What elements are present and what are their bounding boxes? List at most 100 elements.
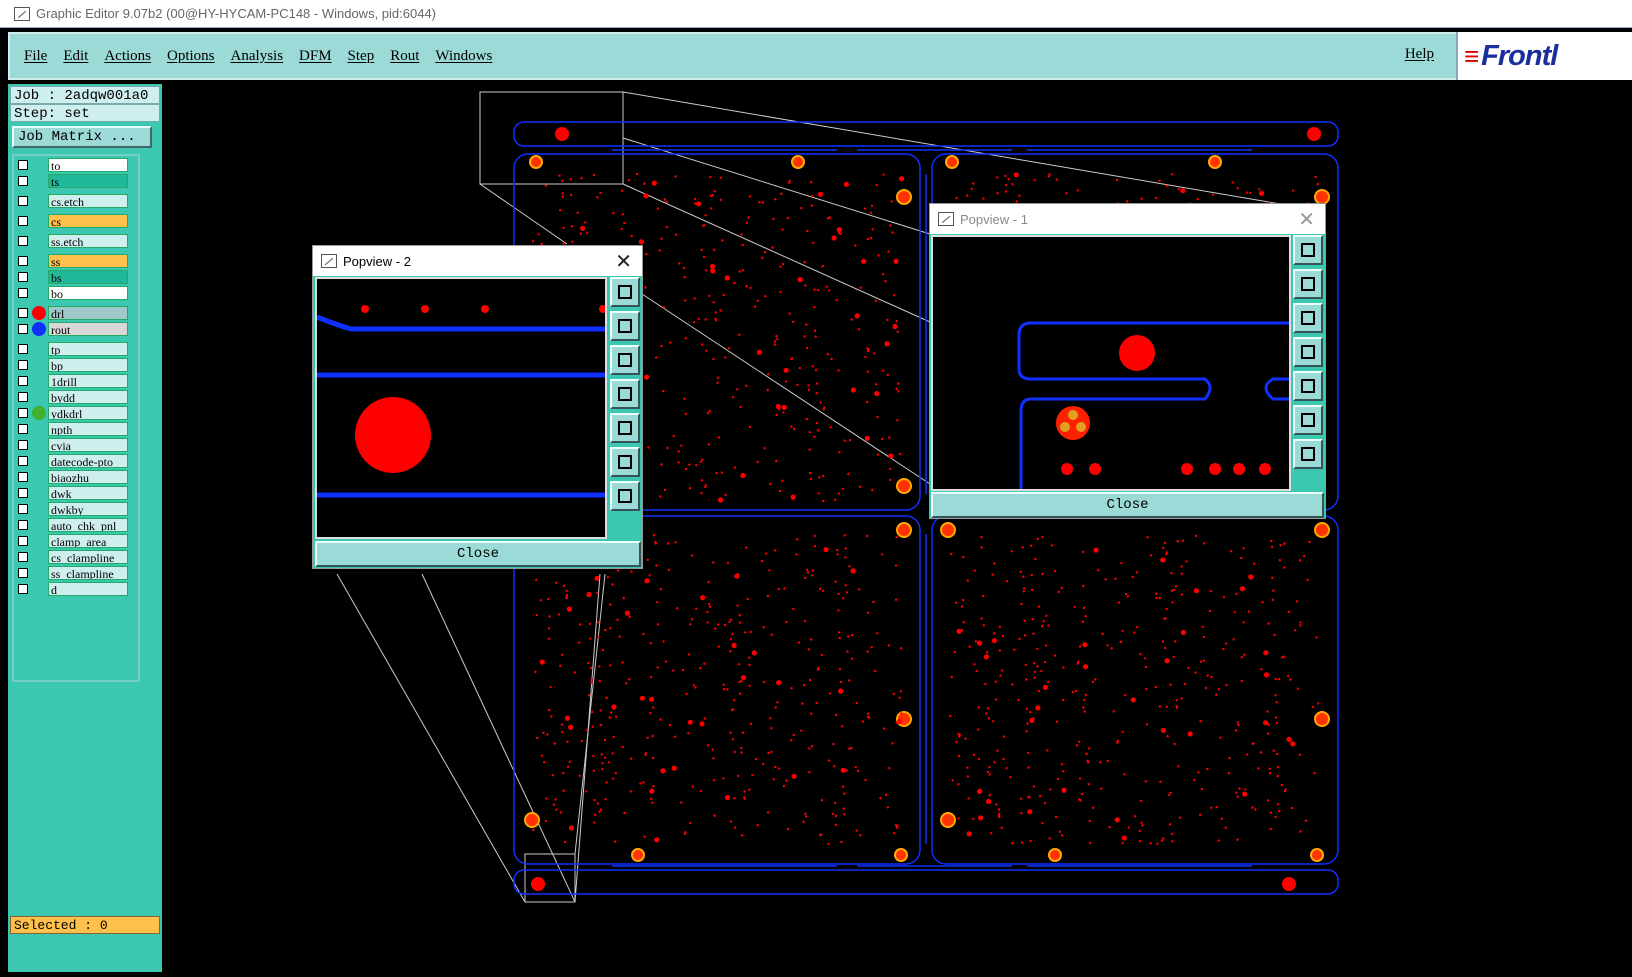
layer-checkbox[interactable] xyxy=(18,160,28,170)
menu-step[interactable]: Step xyxy=(340,48,383,65)
layer-checkbox[interactable] xyxy=(18,288,28,298)
layer-checkbox[interactable] xyxy=(18,488,28,498)
layer-checkbox[interactable] xyxy=(18,196,28,206)
layer-name: cs.etch xyxy=(48,194,128,208)
layer-row-bs[interactable]: bs xyxy=(16,270,136,284)
menu-rout[interactable]: Rout xyxy=(382,48,427,65)
layer-row-bo[interactable]: bo xyxy=(16,286,136,300)
layer-row-cs[interactable]: cs xyxy=(16,214,136,228)
job-label: Job : 2adqw001a0 xyxy=(10,86,160,104)
layer-checkbox[interactable] xyxy=(18,272,28,282)
popview-2-window: Popview - 2 ✕ Close xyxy=(312,245,643,569)
logo-text: Frontl xyxy=(1481,39,1558,72)
layer-row-ydkdrl[interactable]: ydkdrl xyxy=(16,406,136,420)
layer-checkbox[interactable] xyxy=(18,520,28,530)
layer-row-bp[interactable]: bp xyxy=(16,358,136,372)
layer-row-ss-etch[interactable]: ss.etch xyxy=(16,234,136,248)
layer-row-cvia[interactable]: cvia xyxy=(16,438,136,452)
popview-2-canvas[interactable] xyxy=(315,277,607,539)
pan-up-icon[interactable] xyxy=(1293,269,1323,299)
layer-row-tp[interactable]: tp xyxy=(16,342,136,356)
pan-right-icon[interactable] xyxy=(1293,371,1323,401)
layer-checkbox[interactable] xyxy=(18,360,28,370)
pan-left-icon[interactable] xyxy=(1293,337,1323,367)
layer-row-1drill[interactable]: 1drill xyxy=(16,374,136,388)
popview-2-toolbar xyxy=(610,277,642,539)
zoom-home-icon[interactable] xyxy=(1293,405,1323,435)
layer-name: biaozhu xyxy=(48,470,128,484)
layer-checkbox[interactable] xyxy=(18,456,28,466)
layer-checkbox[interactable] xyxy=(18,584,28,594)
layer-row-rout[interactable]: rout xyxy=(16,322,136,336)
copy-view-icon[interactable] xyxy=(610,277,640,307)
zoom-fit-icon[interactable] xyxy=(610,481,640,511)
menu-actions[interactable]: Actions xyxy=(96,48,159,65)
popview-2-close-button[interactable]: Close xyxy=(315,541,641,567)
pan-left-icon[interactable] xyxy=(610,379,640,409)
pan-down-icon[interactable] xyxy=(610,345,640,375)
layer-name: bo xyxy=(48,286,128,300)
layer-row-ss-clampline[interactable]: ss_clampline xyxy=(16,566,136,580)
layer-row-dwk[interactable]: dwk xyxy=(16,486,136,500)
layer-checkbox[interactable] xyxy=(18,216,28,226)
pan-right-icon[interactable] xyxy=(610,413,640,443)
layer-row-to[interactable]: to xyxy=(16,158,136,172)
zoom-fit-icon[interactable] xyxy=(1293,439,1323,469)
menu-file[interactable]: File xyxy=(16,48,55,65)
job-matrix-button[interactable]: Job Matrix ... xyxy=(12,126,152,148)
layer-checkbox[interactable] xyxy=(18,568,28,578)
menu-options[interactable]: Options xyxy=(159,48,223,65)
layer-checkbox[interactable] xyxy=(18,552,28,562)
layer-checkbox[interactable] xyxy=(18,504,28,514)
menu-dfm[interactable]: DFM xyxy=(291,48,340,65)
layer-name: tp xyxy=(48,342,128,356)
popview-icon xyxy=(321,254,337,268)
layer-checkbox[interactable] xyxy=(18,344,28,354)
layer-checkbox[interactable] xyxy=(18,176,28,186)
popview-1-close-button[interactable]: Close xyxy=(931,492,1324,518)
layer-row-bydd[interactable]: bydd xyxy=(16,390,136,404)
layer-checkbox[interactable] xyxy=(18,472,28,482)
layer-name: ss.etch xyxy=(48,234,128,248)
layer-checkbox[interactable] xyxy=(18,424,28,434)
layer-checkbox[interactable] xyxy=(18,236,28,246)
layer-row-npth[interactable]: npth xyxy=(16,422,136,436)
menu-windows[interactable]: Windows xyxy=(427,48,500,65)
layer-row-ts[interactable]: ts xyxy=(16,174,136,188)
layer-name: cs xyxy=(48,214,128,228)
layer-checkbox[interactable] xyxy=(18,324,28,334)
pan-up-icon[interactable] xyxy=(610,311,640,341)
layer-row-d[interactable]: d xyxy=(16,582,136,596)
layer-color-icon xyxy=(32,406,46,420)
layer-row-cs-etch[interactable]: cs.etch xyxy=(16,194,136,208)
layer-name: 1drill xyxy=(48,374,128,388)
menu-edit[interactable]: Edit xyxy=(55,48,96,65)
layer-row-datecode-pto[interactable]: datecode-pto xyxy=(16,454,136,468)
close-icon[interactable]: ✕ xyxy=(1298,207,1315,232)
pan-down-icon[interactable] xyxy=(1293,303,1323,333)
layer-checkbox[interactable] xyxy=(18,256,28,266)
menu-analysis[interactable]: Analysis xyxy=(223,48,292,65)
popview-2-titlebar: Popview - 2 ✕ xyxy=(313,246,642,276)
layer-row-cs-clampline[interactable]: cs_clampline xyxy=(16,550,136,564)
layer-row-clamp-area[interactable]: clamp_area xyxy=(16,534,136,548)
zoom-home-icon[interactable] xyxy=(610,447,640,477)
graphic-canvas[interactable]: Popview - 2 ✕ Close Popview - 1 ✕ Close xyxy=(162,84,1632,972)
layer-checkbox[interactable] xyxy=(18,376,28,386)
layer-name: dwkby xyxy=(48,502,128,516)
menu-help[interactable]: Help xyxy=(1397,46,1442,63)
layer-checkbox[interactable] xyxy=(18,308,28,318)
close-icon[interactable]: ✕ xyxy=(615,249,632,274)
layer-row-drl[interactable]: drl xyxy=(16,306,136,320)
step-label: Step: set xyxy=(10,104,160,122)
layer-checkbox[interactable] xyxy=(18,536,28,546)
popview-1-canvas[interactable] xyxy=(931,235,1291,491)
layer-row-auto-chk-pnl[interactable]: auto_chk_pnl xyxy=(16,518,136,532)
layer-checkbox[interactable] xyxy=(18,392,28,402)
layer-checkbox[interactable] xyxy=(18,408,28,418)
copy-view-icon[interactable] xyxy=(1293,235,1323,265)
layer-row-ss[interactable]: ss xyxy=(16,254,136,268)
layer-row-biaozhu[interactable]: biaozhu xyxy=(16,470,136,484)
layer-checkbox[interactable] xyxy=(18,440,28,450)
layer-row-dwkby[interactable]: dwkby xyxy=(16,502,136,516)
